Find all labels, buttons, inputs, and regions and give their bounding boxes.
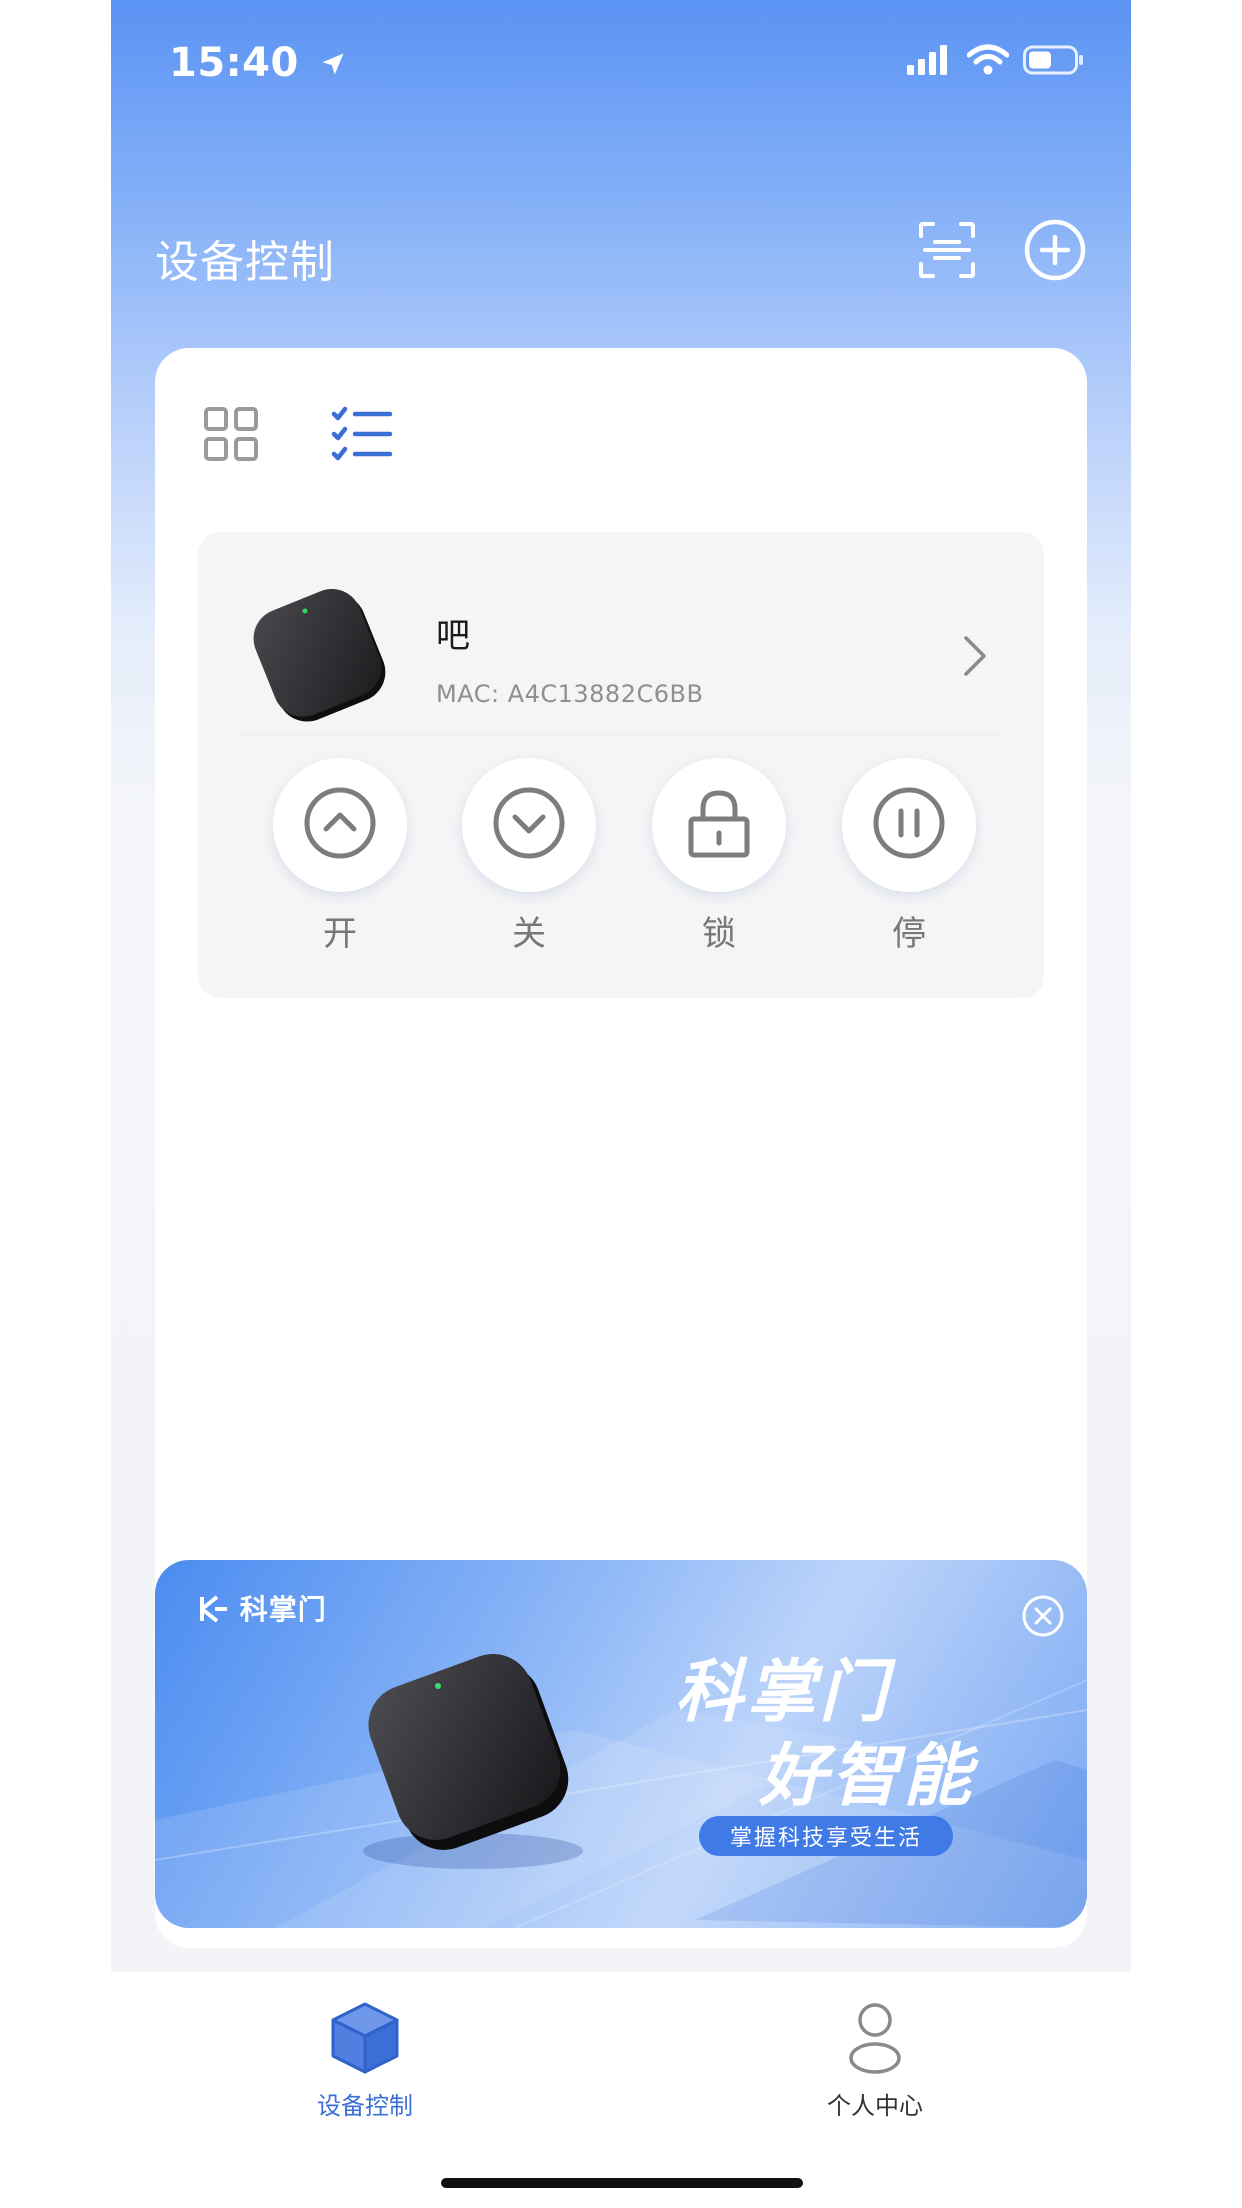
control-stop[interactable]: 停 bbox=[842, 758, 976, 955]
control-label: 锁 bbox=[702, 914, 736, 954]
app-screen: 15:40 设备控制 吧 MAC: A4C13882C6BB 开 关 锁 停 科… bbox=[111, 0, 1131, 2208]
list-view-icon[interactable] bbox=[331, 406, 393, 462]
control-label: 开 bbox=[323, 914, 357, 954]
banner-headline-2: 好智能 bbox=[759, 1737, 976, 1816]
divider bbox=[242, 734, 1000, 735]
signal-icon bbox=[907, 45, 953, 79]
control-open[interactable]: 开 bbox=[273, 758, 407, 955]
person-icon bbox=[837, 2003, 913, 2080]
status-icons bbox=[907, 44, 1085, 80]
status-time-text: 15:40 bbox=[169, 40, 299, 86]
tab-personal-center[interactable]: 个人中心 bbox=[775, 2000, 975, 2121]
cube-icon bbox=[327, 2002, 403, 2080]
lock-button[interactable] bbox=[652, 758, 786, 892]
brand-logo: 科掌门 bbox=[199, 1588, 327, 1628]
control-lock[interactable]: 锁 bbox=[652, 758, 786, 955]
device-image bbox=[242, 576, 398, 732]
tab-label: 个人中心 bbox=[827, 2092, 923, 2120]
stop-button[interactable] bbox=[842, 758, 976, 892]
wifi-icon bbox=[966, 44, 1010, 80]
control-label: 停 bbox=[892, 914, 926, 954]
pause-icon bbox=[871, 785, 947, 865]
close-button[interactable] bbox=[462, 758, 596, 892]
chevron-right-icon[interactable] bbox=[960, 632, 990, 680]
banner-device-image bbox=[343, 1636, 593, 1876]
tab-label: 设备控制 bbox=[317, 2092, 413, 2120]
scan-icon[interactable] bbox=[917, 220, 977, 280]
close-icon[interactable] bbox=[1021, 1594, 1065, 1638]
chevron-down-circle-icon bbox=[491, 785, 567, 865]
add-circle-icon[interactable] bbox=[1023, 218, 1087, 282]
home-indicator[interactable] bbox=[441, 2178, 803, 2188]
brand-logo-text: 科掌门 bbox=[239, 1593, 327, 1626]
page-title: 设备控制 bbox=[155, 237, 335, 288]
control-label: 关 bbox=[512, 914, 546, 954]
logo-mark-icon bbox=[199, 1593, 240, 1626]
location-arrow-icon bbox=[319, 42, 347, 88]
tab-device-control[interactable]: 设备控制 bbox=[265, 2000, 465, 2121]
device-mac: MAC: A4C13882C6BB bbox=[436, 680, 704, 708]
device-card[interactable]: 吧 MAC: A4C13882C6BB 开 关 锁 停 bbox=[198, 532, 1044, 998]
grid-view-icon[interactable] bbox=[203, 406, 259, 462]
lock-icon bbox=[681, 785, 757, 865]
chevron-up-circle-icon bbox=[302, 785, 378, 865]
device-name: 吧 bbox=[436, 616, 470, 656]
status-time: 15:40 bbox=[169, 40, 347, 88]
control-close[interactable]: 关 bbox=[462, 758, 596, 955]
banner-tagline: 掌握科技享受生活 bbox=[699, 1816, 953, 1856]
tab-bar: 设备控制 个人中心 bbox=[111, 1972, 1131, 2208]
battery-icon bbox=[1023, 44, 1085, 80]
promo-banner[interactable]: 科掌门 科掌门 好智能 掌握科技享受生活 bbox=[155, 1560, 1087, 1928]
open-button[interactable] bbox=[273, 758, 407, 892]
